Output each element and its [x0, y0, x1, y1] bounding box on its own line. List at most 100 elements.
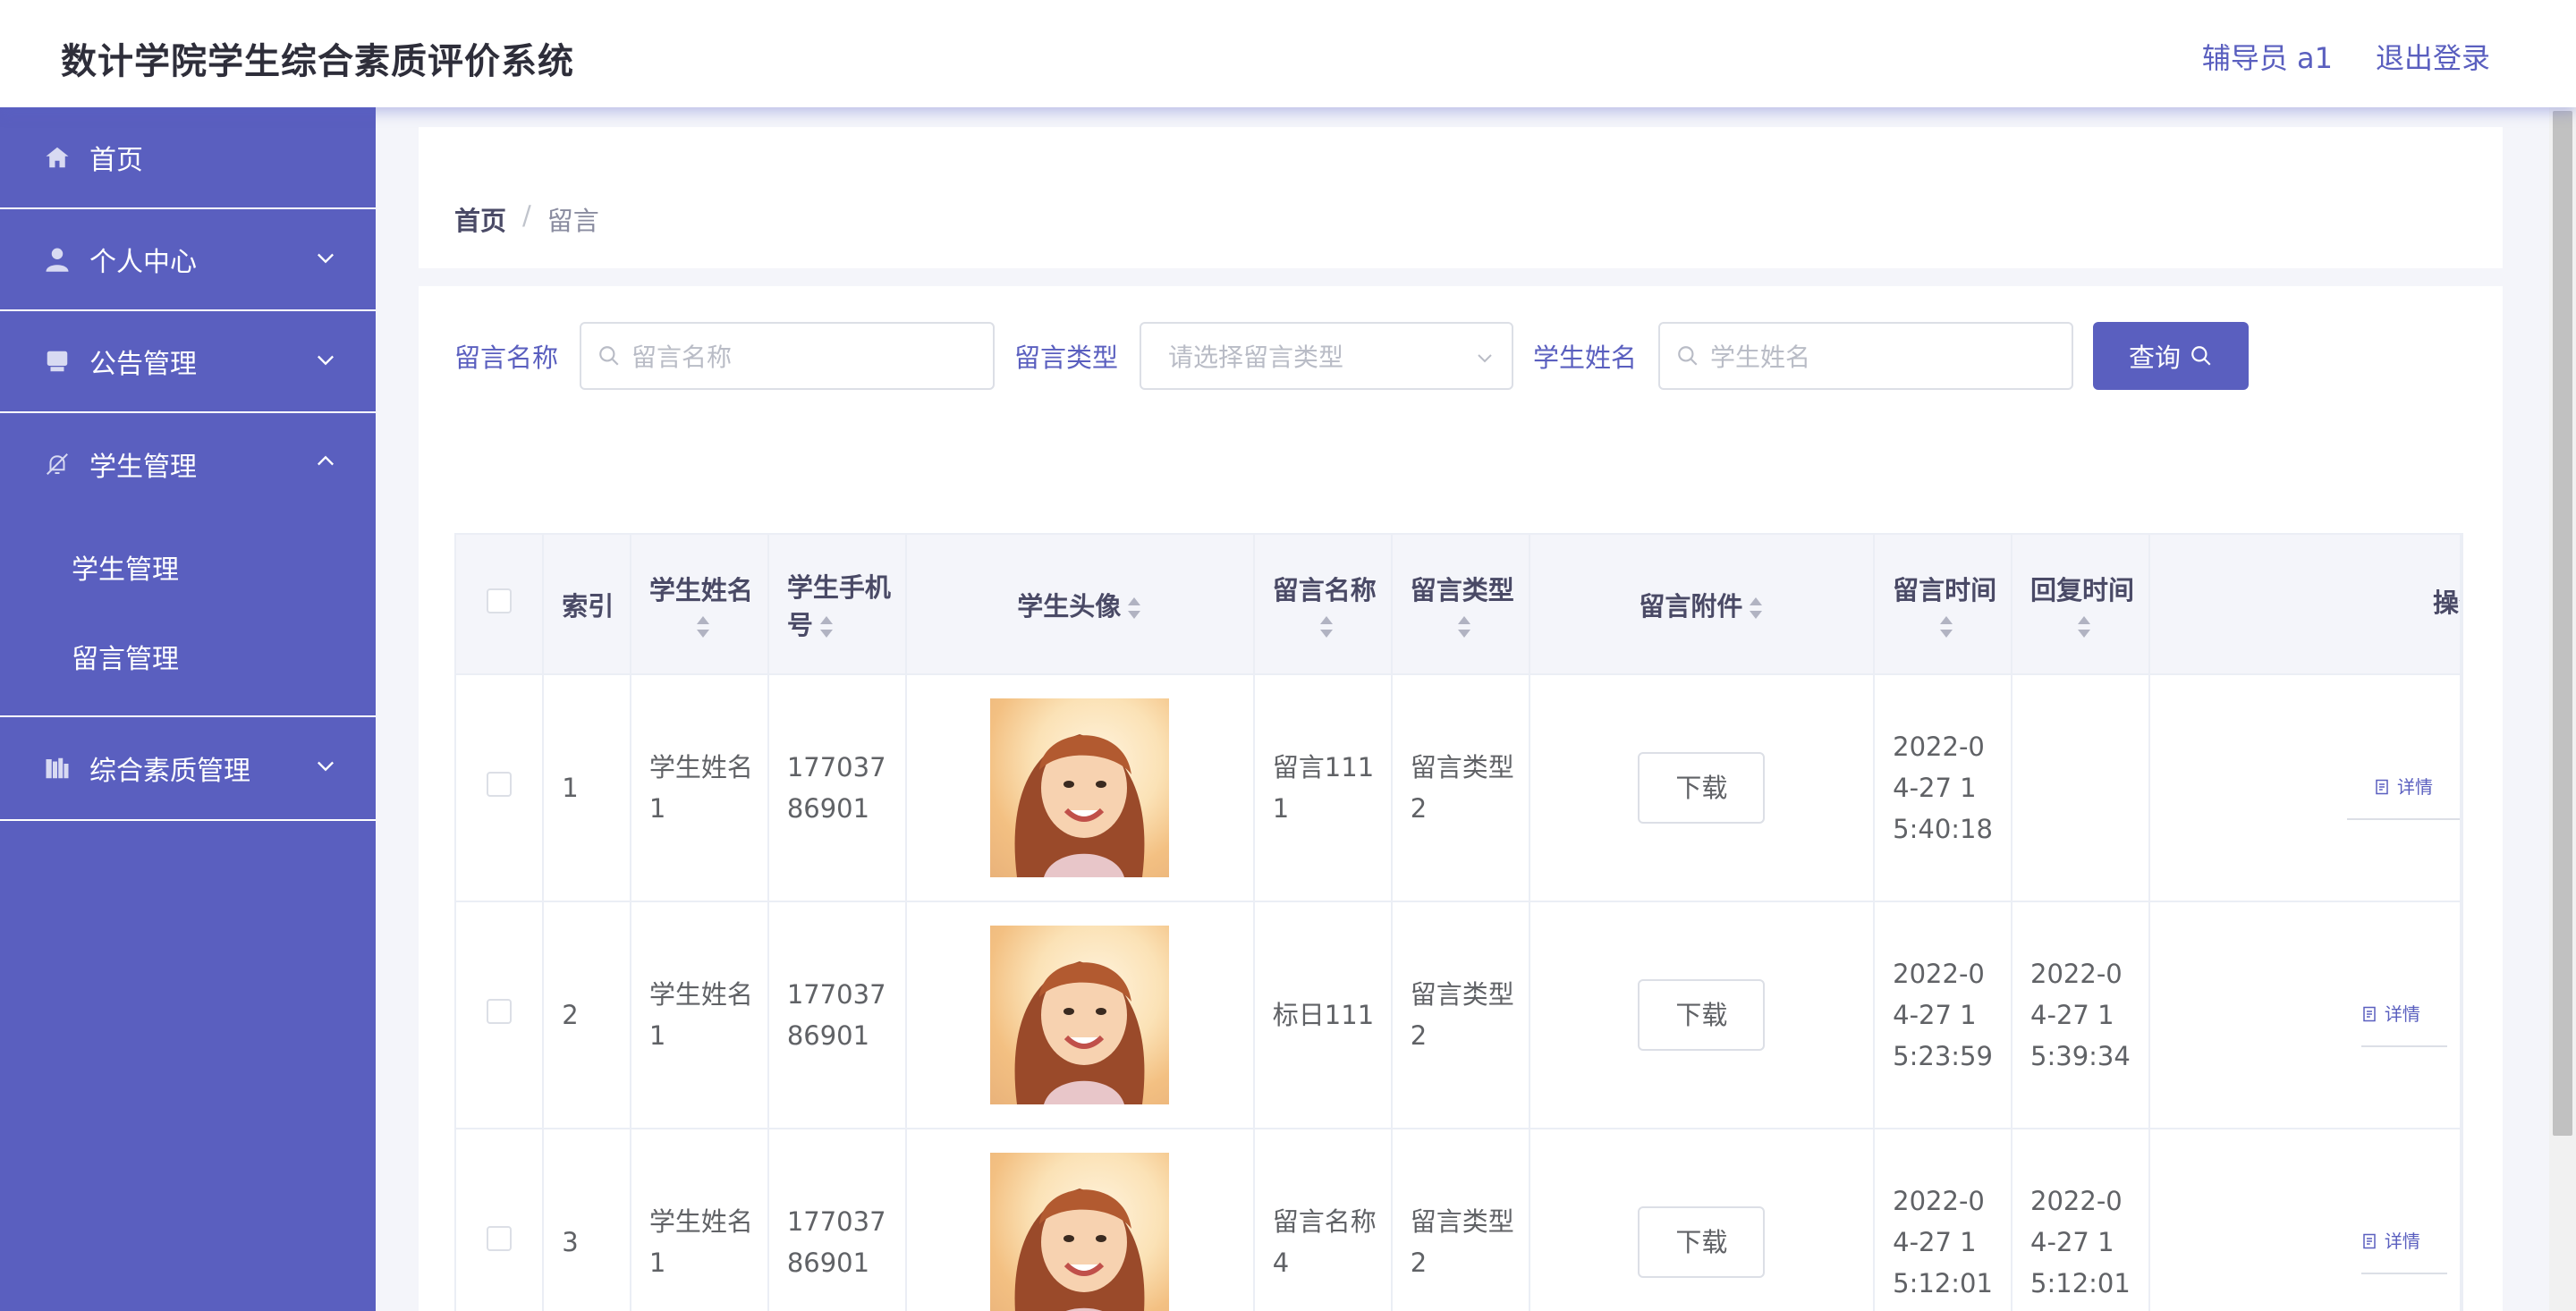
column-header-message-time[interactable]: 留言时间: [1874, 535, 2013, 675]
download-button[interactable]: 下载: [1638, 752, 1766, 824]
column-header-label: 回复时间: [2030, 574, 2135, 605]
message-name-cell: 标日111: [1253, 901, 1393, 1129]
chevron-up-icon: [318, 455, 334, 466]
sort-icon[interactable]: [1456, 614, 1472, 639]
detail-button[interactable]: 详情: [2347, 756, 2459, 820]
books-icon: [43, 754, 72, 782]
message-name-cell: 留言名称4: [1253, 1129, 1393, 1311]
sidebar-item-profile[interactable]: 个人中心: [0, 209, 376, 311]
phone-cell: 17703786901: [767, 901, 907, 1129]
column-header-reply-time[interactable]: 回复时间: [2012, 535, 2150, 675]
detail-button-label: 详情: [2384, 1003, 2420, 1025]
query-button[interactable]: 查询: [2093, 322, 2250, 390]
avatar-cell: [905, 1129, 1255, 1311]
message-name-placeholder: 留言名称: [631, 343, 733, 372]
breadcrumb-card: 首页 / 留言: [419, 127, 2503, 268]
sidebar-item-home[interactable]: 首页: [0, 107, 376, 209]
student-avatar: [990, 926, 1170, 1104]
sidebar-subitem-student-management[interactable]: 学生管理: [0, 522, 376, 612]
sort-icon[interactable]: [2076, 614, 2092, 639]
message-name-cell: 留言1111: [1253, 674, 1393, 902]
current-user-link[interactable]: 辅导员 a1: [2202, 36, 2333, 77]
sort-icon[interactable]: [818, 614, 835, 639]
row-select-cell: [456, 901, 545, 1129]
sort-icon[interactable]: [1126, 596, 1142, 621]
column-header-message-type[interactable]: 留言类型: [1391, 535, 1530, 675]
column-header-message-name[interactable]: 留言名称: [1253, 535, 1393, 675]
column-header-label: 留言时间: [1893, 574, 1997, 605]
bell-off-icon: [43, 450, 72, 478]
students-submenu: 学生管理 留言管理: [0, 515, 376, 717]
sidebar-item-quality[interactable]: 综合素质管理: [0, 717, 376, 821]
top-header: 数计学院学生综合素质评价系统 辅导员 a1 退出登录: [0, 0, 2576, 107]
column-header-avatar[interactable]: 学生头像: [905, 535, 1255, 675]
sidebar-item-label: 个人中心: [89, 247, 197, 278]
index-cell: 1: [543, 674, 631, 902]
main-content: 首页 / 留言 留言名称 留言名称 留言类型 请选择留言类型 学生姓名 学生姓名…: [376, 107, 2549, 1311]
detail-button[interactable]: 详情: [2360, 983, 2447, 1047]
table-row: 3 学生姓名1 17703786901 留言名称4 留言类型2 下载 2022-…: [456, 1129, 2462, 1311]
table-row: 1 学生姓名1 17703786901 留言1111 留言类型2 下载 2022…: [456, 674, 2462, 902]
column-header-label: 留言附件: [1639, 590, 1743, 622]
sort-icon[interactable]: [695, 614, 711, 639]
breadcrumb: 首页 / 留言: [454, 200, 599, 238]
breadcrumb-home[interactable]: 首页: [454, 200, 506, 238]
chevron-down-icon: [1478, 354, 1492, 363]
page-scrollbar[interactable]: [2549, 107, 2576, 1311]
reply-time-cell: 2022-04-27 15:39:34: [2012, 901, 2150, 1129]
user-icon: [43, 245, 72, 274]
column-header-student-name[interactable]: 学生姓名: [630, 535, 769, 675]
chevron-down-icon: [318, 253, 334, 264]
sidebar-item-label: 公告管理: [89, 349, 197, 380]
message-table: 索引 学生姓名 学生手机号 学生头像 留言名称 留言类型 留言附件 留言时间 回…: [454, 533, 2463, 1311]
row-checkbox[interactable]: [487, 772, 513, 797]
download-button[interactable]: 下载: [1638, 979, 1766, 1051]
notice-icon: [43, 347, 72, 376]
scrollbar-thumb[interactable]: [2553, 111, 2572, 1136]
attachment-cell: 下载: [1529, 674, 1876, 902]
content-card: 留言名称 留言名称 留言类型 请选择留言类型 学生姓名 学生姓名 查询 索引 学…: [419, 286, 2503, 1311]
actions-cell: 详情: [2148, 901, 2462, 1129]
header-actions: 辅导员 a1 退出登录: [2202, 36, 2490, 77]
attachment-cell: 下载: [1529, 1129, 1876, 1311]
sidebar-item-students[interactable]: 学生管理: [0, 413, 376, 515]
student-name-cell: 学生姓名1: [630, 674, 769, 902]
student-name-label: 学生姓名: [1533, 343, 1638, 373]
select-all-checkbox[interactable]: [487, 588, 513, 613]
home-icon: [43, 143, 72, 172]
avatar-cell: [905, 901, 1255, 1129]
message-time-cell: 2022-04-27 15:12:01: [1874, 1129, 2013, 1311]
query-button-label: 查询: [2129, 344, 2182, 373]
column-header-phone[interactable]: 学生手机号: [767, 535, 907, 675]
column-header-label: 留言类型: [1410, 574, 1514, 605]
message-type-cell: 留言类型2: [1391, 1129, 1530, 1311]
detail-button-label: 详情: [2397, 776, 2433, 798]
actions-cell: 详情: [2148, 1129, 2462, 1311]
sort-icon[interactable]: [1318, 614, 1335, 639]
download-button[interactable]: 下载: [1638, 1206, 1766, 1278]
sort-icon[interactable]: [1748, 596, 1764, 621]
column-header-label: 学生手机号: [786, 571, 891, 640]
app-title: 数计学院学生综合素质评价系统: [61, 41, 574, 82]
message-name-label: 留言名称: [454, 343, 559, 373]
phone-cell: 17703786901: [767, 674, 907, 902]
sidebar-item-label: 学生管理: [89, 452, 197, 483]
row-select-cell: [456, 1129, 545, 1311]
column-header-label: 操作: [2433, 588, 2460, 618]
message-type-select[interactable]: 请选择留言类型: [1140, 322, 1514, 390]
student-name-cell: 学生姓名1: [630, 901, 769, 1129]
student-name-input[interactable]: 学生姓名: [1658, 322, 2074, 390]
search-icon: [1678, 346, 1698, 366]
detail-button[interactable]: 详情: [2360, 1210, 2447, 1274]
message-name-input[interactable]: 留言名称: [580, 322, 996, 390]
student-avatar: [990, 698, 1170, 877]
sort-icon[interactable]: [1938, 614, 1954, 639]
row-checkbox[interactable]: [487, 999, 513, 1024]
sidebar-item-notices[interactable]: 公告管理: [0, 311, 376, 413]
search-icon: [599, 346, 619, 366]
logout-link[interactable]: 退出登录: [2376, 36, 2490, 77]
sidebar-subitem-message-management[interactable]: 留言管理: [0, 612, 376, 701]
table-header-row: 索引 学生姓名 学生手机号 学生头像 留言名称 留言类型 留言附件 留言时间 回…: [456, 535, 2462, 675]
column-header-attachment[interactable]: 留言附件: [1529, 535, 1876, 675]
row-checkbox[interactable]: [487, 1226, 513, 1251]
